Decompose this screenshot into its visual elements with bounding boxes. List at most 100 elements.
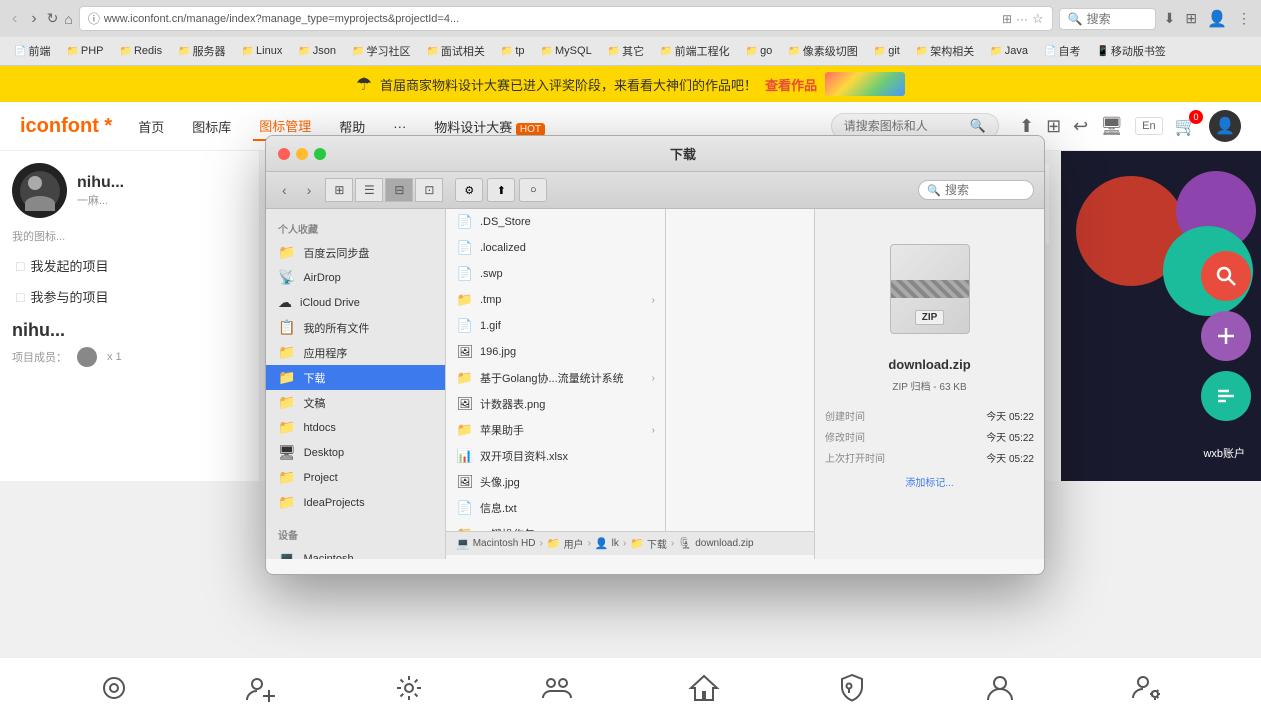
file-item-onekey[interactable]: 📁 一键操作包 › xyxy=(446,521,665,531)
bookmark-other[interactable]: 📁 其它 xyxy=(602,41,650,61)
sidebar-item-macintosh[interactable]: 💻 Macintosh ... xyxy=(266,546,445,559)
browser-search-box[interactable]: 🔍 xyxy=(1059,8,1156,30)
home-button[interactable]: ⌂ xyxy=(64,11,72,27)
back-button[interactable]: ‹ xyxy=(8,8,21,30)
rs-icon-add[interactable] xyxy=(1201,311,1251,361)
add-tag-btn[interactable]: 添加标记... xyxy=(905,474,953,489)
path-item-downloads[interactable]: 📁 下载 xyxy=(630,536,667,551)
share-btn[interactable]: ⬆ xyxy=(487,178,515,202)
bookmark-self-study[interactable]: 📄 自考 xyxy=(1038,41,1086,61)
file-item-196jpg[interactable]: 🖼 196.jpg xyxy=(446,339,665,365)
monitor-btn[interactable]: 🖥 xyxy=(1100,116,1123,137)
path-item-users[interactable]: 📁 用户 xyxy=(547,536,584,551)
bookmark-interview[interactable]: 📁 面试相关 xyxy=(420,41,490,61)
file-item-calculator[interactable]: 🖼 计数器表.png xyxy=(446,391,665,417)
bookmark-java[interactable]: 📁 Java xyxy=(984,43,1034,59)
bookmark-go[interactable]: 📁 go xyxy=(740,43,779,59)
sidebar-item-baidu[interactable]: 📁 百度云同步盘 xyxy=(266,240,445,265)
gallery-view-btn[interactable]: ⊡ xyxy=(415,178,443,202)
bookmark-redis[interactable]: 📁 Redis xyxy=(114,43,169,59)
file-item-ds[interactable]: 📄 .DS_Store xyxy=(446,209,665,235)
grid-btn[interactable]: ⊞ xyxy=(1046,116,1061,137)
sidebar-item-icloud[interactable]: ☁ iCloud Drive xyxy=(266,290,445,315)
maximize-button[interactable] xyxy=(314,148,326,160)
dock-item-group[interactable] xyxy=(535,666,579,710)
bookmark-tp[interactable]: 📁 tp xyxy=(495,43,531,59)
dock-item-gear[interactable] xyxy=(387,666,431,710)
close-button[interactable] xyxy=(278,148,290,160)
sidebar-item-htdocs[interactable]: 📁 htdocs xyxy=(266,415,445,440)
nav-home[interactable]: 首页 xyxy=(132,113,170,140)
dock-item-person-settings[interactable] xyxy=(1125,666,1169,710)
dock-item-user-add[interactable] xyxy=(239,666,283,710)
path-item-lk[interactable]: 👤 lk xyxy=(595,537,619,550)
rs-icon-sort[interactable] xyxy=(1201,371,1251,421)
path-item-zip[interactable]: 🗜 download.zip xyxy=(678,537,753,550)
cart-btn[interactable]: 🛒 0 xyxy=(1175,116,1197,137)
user-avatar-btn[interactable]: 👤 xyxy=(1209,110,1241,142)
file-item-1gif[interactable]: 📄 1.gif xyxy=(446,313,665,339)
bookmark-qianduan[interactable]: 📄 前端 xyxy=(8,41,56,61)
file-item-tmp[interactable]: 📁 .tmp › xyxy=(446,287,665,313)
bookmark-study[interactable]: 📁 学习社区 xyxy=(346,41,416,61)
path-item-macintosh[interactable]: 💻 Macintosh HD xyxy=(456,537,536,550)
header-search-input[interactable] xyxy=(844,119,964,133)
dock-item-settings1[interactable] xyxy=(92,666,136,710)
extensions-btn[interactable]: ⊞ xyxy=(1183,8,1199,29)
finder-search-box[interactable]: 🔍 xyxy=(918,180,1034,200)
reload-button[interactable]: ↻ xyxy=(47,10,59,27)
file-item-xlsx[interactable]: 📊 双开项目资料.xlsx xyxy=(446,443,665,469)
upload-btn[interactable]: ⬆ xyxy=(1019,116,1034,137)
dock-item-home[interactable] xyxy=(682,666,726,710)
rs-icon-search[interactable] xyxy=(1201,251,1251,301)
sidebar-item-my-projects[interactable]: □ 我发起的项目 xyxy=(12,250,247,281)
download-icon[interactable]: ⬇ xyxy=(1162,8,1178,29)
list-view-btn[interactable]: ☰ xyxy=(355,178,383,202)
tag-btn[interactable]: ○ xyxy=(519,178,547,202)
search-input[interactable] xyxy=(1087,12,1147,26)
finder-forward-btn[interactable]: › xyxy=(301,180,318,200)
sidebar-item-idea[interactable]: 📁 IdeaProjects xyxy=(266,490,445,515)
sidebar-item-joined-projects[interactable]: □ 我参与的项目 xyxy=(12,281,247,312)
sidebar-item-project[interactable]: 📁 Project xyxy=(266,465,445,490)
file-item-avatar[interactable]: 🖼 头像.jpg xyxy=(446,469,665,495)
bookmark-git[interactable]: 📁 git xyxy=(868,43,906,59)
more-options-btn[interactable]: ⋮ xyxy=(1235,8,1253,29)
bookmark-arch[interactable]: 📁 架构相关 xyxy=(910,41,980,61)
dock-item-person[interactable] xyxy=(978,666,1022,710)
bookmark-linux[interactable]: 📁 Linux xyxy=(236,43,289,59)
file-item-golang[interactable]: 📁 基于Golang协...流量统计系统 › xyxy=(446,365,665,391)
sidebar-item-documents[interactable]: 📁 文稿 xyxy=(266,390,445,415)
bookmark-mobile[interactable]: 📱 移动版书签 xyxy=(1090,41,1171,61)
file-item-swp[interactable]: 📄 .swp xyxy=(446,261,665,287)
site-logo[interactable]: iconfont * xyxy=(20,115,112,138)
file-item-localized[interactable]: 📄 .localized xyxy=(446,235,665,261)
sidebar-item-desktop[interactable]: 🖥 Desktop xyxy=(266,440,445,465)
bookmark-frontend-eng[interactable]: 📁 前端工程化 xyxy=(654,41,735,61)
finder-search-input[interactable] xyxy=(945,183,1025,197)
minimize-button[interactable] xyxy=(296,148,308,160)
sidebar-item-apps[interactable]: 📁 应用程序 xyxy=(266,340,445,365)
column-view-btn[interactable]: ⊟ xyxy=(385,178,413,202)
bookmark-pixel[interactable]: 📁 像素级切图 xyxy=(782,41,863,61)
bookmark-php[interactable]: 📁 PHP xyxy=(60,43,109,59)
file-item-info[interactable]: 📄 信息.txt xyxy=(446,495,665,521)
bookmark-mysql[interactable]: 📁 MySQL xyxy=(535,43,598,59)
dock-item-security[interactable] xyxy=(830,666,874,710)
nav-icon-library[interactable]: 图标库 xyxy=(186,113,237,140)
profile-btn[interactable]: 👤 xyxy=(1205,7,1229,31)
lang-btn[interactable]: En xyxy=(1135,117,1162,135)
bookmark-server[interactable]: 📁 服务器 xyxy=(172,41,231,61)
finder-back-btn[interactable]: ‹ xyxy=(276,180,293,200)
forward-button[interactable]: › xyxy=(27,8,40,30)
banner-link[interactable]: 查看作品 xyxy=(765,75,817,94)
sidebar-item-downloads[interactable]: 📁 下载 xyxy=(266,365,445,390)
file-item-apple-assistant[interactable]: 📁 苹果助手 › xyxy=(446,417,665,443)
sidebar-item-all-files[interactable]: 📋 我的所有文件 xyxy=(266,315,445,340)
bookmark-json[interactable]: 📁 Json xyxy=(292,43,342,59)
sort-btn[interactable]: ⚙ xyxy=(455,178,483,202)
url-bar[interactable]: ⓘ www.iconfont.cn/manage/index?manage_ty… xyxy=(79,6,1053,31)
icon-view-btn[interactable]: ⊞ xyxy=(325,178,353,202)
share-btn[interactable]: ↩ xyxy=(1073,116,1088,137)
sidebar-item-airdrop[interactable]: 📡 AirDrop xyxy=(266,265,445,290)
